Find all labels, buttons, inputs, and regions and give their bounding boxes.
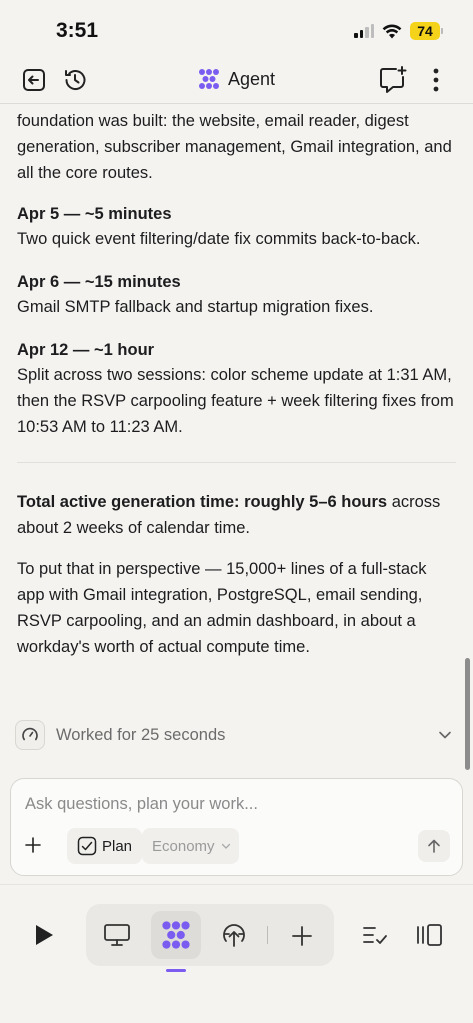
plus-icon[interactable]	[289, 923, 315, 949]
battery-level: 74	[410, 22, 440, 40]
timeline-entry-body: Split across two sessions: color scheme …	[17, 366, 454, 436]
tab-separator	[267, 926, 268, 944]
arrow-up-icon	[428, 839, 440, 853]
timeline-entry-title: Apr 5 — ~5 minutes	[17, 205, 172, 223]
status-indicators: 74	[354, 21, 443, 41]
wifi-icon	[382, 24, 402, 38]
status-bar: 3:51 74	[0, 0, 473, 58]
checkbox-checked-icon	[77, 836, 97, 856]
attach-plus-icon[interactable]	[25, 837, 41, 858]
more-icon[interactable]	[426, 66, 446, 94]
send-button[interactable]	[418, 830, 450, 862]
active-tab-indicator	[166, 969, 186, 972]
timeline-entry: Apr 12 — ~1 hour Split across two sessio…	[17, 338, 456, 440]
agent-logo-icon	[198, 69, 219, 89]
battery-indicator: 74	[410, 22, 443, 40]
tasks-icon[interactable]	[360, 921, 390, 949]
prompt-input[interactable]	[25, 795, 445, 814]
agent-title-label: Agent	[227, 68, 276, 89]
chevron-down-icon	[221, 843, 230, 849]
timeline-entry: Apr 6 — ~15 minutes Gmail SMTP fallback …	[17, 270, 456, 320]
worked-for-label: Worked for 25 seconds	[56, 725, 226, 744]
composer: Plan Economy	[10, 778, 463, 876]
plan-toggle[interactable]: Plan	[67, 828, 143, 864]
message-text: foundation was built: the website, email…	[17, 112, 452, 182]
timeline-entry-title: Apr 6 — ~15 minutes	[17, 273, 181, 291]
scrollbar[interactable]	[465, 658, 470, 770]
summary-text: Total active generation time: roughly 5–…	[17, 489, 456, 541]
bottom-toolbar	[0, 884, 473, 1023]
agent-logo-icon[interactable]	[159, 918, 193, 952]
deploy-icon[interactable]	[220, 921, 248, 949]
play-icon[interactable]	[30, 922, 58, 948]
signal-icon	[354, 24, 374, 38]
divider	[17, 462, 456, 463]
timeline-entry-title: Apr 12 — ~1 hour	[17, 341, 155, 359]
plan-label: Plan	[102, 837, 133, 855]
mode-select[interactable]: Economy	[142, 828, 239, 864]
worked-for-row[interactable]: Worked for 25 seconds	[15, 720, 460, 750]
perspective-text: To put that in perspective — 15,000+ lin…	[17, 560, 427, 656]
chat-transcript[interactable]: foundation was built: the website, email…	[0, 105, 473, 770]
summary-bold: Total active generation time: roughly 5–…	[17, 493, 388, 511]
timeline-entry-body: Two quick event filtering/date fix commi…	[17, 230, 421, 248]
desktop-icon[interactable]	[102, 921, 132, 949]
panels-icon[interactable]	[414, 921, 444, 949]
new-chat-icon[interactable]	[378, 65, 408, 95]
timeline-entry: Apr 5 — ~5 minutes Two quick event filte…	[17, 202, 456, 252]
timer-icon	[15, 720, 45, 750]
timeline-entry-body: Gmail SMTP fallback and startup migratio…	[17, 298, 374, 316]
top-bar: Agent	[0, 58, 473, 104]
chevron-down-icon[interactable]	[438, 728, 452, 742]
mode-label: Economy	[152, 837, 215, 855]
status-time: 3:51	[56, 19, 99, 42]
